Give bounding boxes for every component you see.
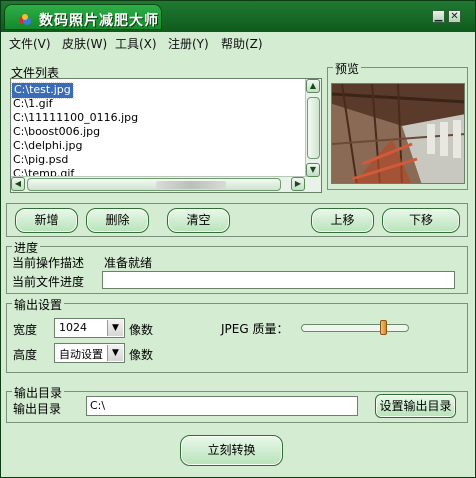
jpeg-quality-slider-thumb[interactable] [380, 320, 387, 335]
file-list-item[interactable]: C:\11111100_0116.jpg [13, 111, 138, 126]
jpeg-quality-label: JPEG 质量： [221, 322, 289, 336]
file-list[interactable]: C:\test.jpg C:\1.gif C:\11111100_0116.jp… [10, 78, 322, 193]
height-label: 高度 [13, 348, 38, 362]
operation-description-label: 当前操作描述 [12, 256, 85, 270]
height-value: 自动设置 [59, 348, 103, 361]
vertical-scroll-thumb[interactable] [307, 97, 320, 159]
file-list-item[interactable]: C:\pig.psd [13, 153, 68, 168]
scroll-down-button[interactable]: ▼ [306, 163, 320, 177]
file-list-item[interactable]: C:\1.gif [13, 97, 53, 112]
close-icon: ✕ [450, 11, 459, 22]
menu-register[interactable]: 注册(Y) [168, 35, 209, 52]
width-label: 宽度 [13, 323, 38, 337]
chevron-down-icon: ▼ [112, 323, 119, 333]
scroll-thumb-grip [156, 181, 226, 189]
file-progress-bar [102, 271, 455, 289]
height-select[interactable]: 自动设置 ▼ [54, 343, 125, 363]
minimize-button[interactable]: ▁ [432, 10, 445, 23]
preview-image [331, 83, 465, 184]
horizontal-scroll-thumb[interactable] [27, 178, 281, 191]
height-unit: 像数 [129, 348, 154, 362]
move-up-button[interactable]: 上移 [311, 208, 374, 233]
operation-status: 准备就绪 [104, 256, 153, 270]
preview-photo [332, 84, 464, 183]
file-list-item[interactable]: C:\boost006.jpg [13, 125, 100, 140]
width-select[interactable]: 1024 ▼ [54, 318, 125, 338]
menu-skin[interactable]: 皮肤(W) [62, 35, 107, 52]
minimize-icon: ▁ [434, 11, 443, 22]
preview-label: 预览 [333, 60, 362, 77]
delete-button[interactable]: 删除 [86, 208, 149, 233]
add-button[interactable]: 新增 [15, 208, 78, 233]
chevron-down-icon: ▼ [112, 348, 119, 358]
window-title: 数码照片减肥大师 [39, 13, 159, 29]
file-list-item[interactable]: C:\test.jpg [11, 82, 74, 99]
scroll-right-button[interactable]: ▶ [291, 177, 305, 191]
move-down-button[interactable]: 下移 [382, 208, 460, 233]
title-tab: 数码照片减肥大师 [4, 4, 162, 30]
output-dir-input[interactable]: C:\ [86, 396, 358, 416]
arrow-down-icon: ▼ [309, 165, 317, 174]
file-list-vertical-scrollbar[interactable]: ▲ ▼ [305, 79, 321, 192]
title-bar[interactable]: 数码照片减肥大师 ▁ ✕ [1, 1, 475, 32]
scroll-up-button[interactable]: ▲ [306, 79, 320, 93]
app-icon [19, 14, 31, 25]
width-value: 1024 [59, 321, 87, 334]
width-dropdown-button[interactable]: ▼ [107, 320, 123, 336]
file-list-item[interactable]: C:\delphi.jpg [13, 139, 82, 154]
output-dir-group-label: 输出目录 [12, 384, 65, 401]
menu-help[interactable]: 帮助(Z) [221, 35, 263, 52]
scroll-left-button[interactable]: ◀ [11, 177, 25, 191]
file-progress-label: 当前文件进度 [12, 275, 85, 289]
arrow-left-icon: ◀ [14, 179, 22, 188]
jpeg-quality-slider[interactable] [301, 324, 409, 332]
arrow-right-icon: ▶ [294, 179, 302, 188]
output-settings-label: 输出设置 [12, 296, 65, 313]
height-dropdown-button[interactable]: ▼ [107, 345, 123, 361]
file-list-horizontal-scrollbar[interactable]: ◀ ▶ [11, 176, 307, 192]
menu-file[interactable]: 文件(V) [9, 35, 51, 52]
width-unit: 像数 [129, 323, 154, 337]
menu-bar: 文件(V) 皮肤(W) 工具(X) 注册(Y) 帮助(Z) [2, 32, 474, 53]
main-window: 数码照片减肥大师 ▁ ✕ 文件(V) 皮肤(W) 工具(X) 注册(Y) 帮助(… [0, 0, 476, 478]
close-button[interactable]: ✕ [448, 10, 461, 23]
set-output-dir-button[interactable]: 设置输出目录 [375, 394, 456, 418]
menu-tools[interactable]: 工具(X) [115, 35, 157, 52]
convert-now-button[interactable]: 立刻转换 [180, 435, 283, 466]
clear-button[interactable]: 清空 [167, 208, 230, 233]
output-dir-label: 输出目录 [13, 402, 62, 416]
arrow-up-icon: ▲ [309, 81, 317, 90]
